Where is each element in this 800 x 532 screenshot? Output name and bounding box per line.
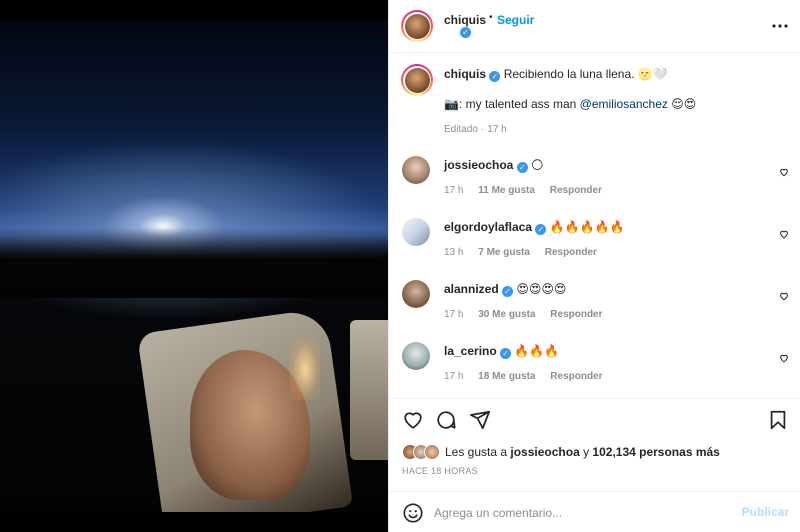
- comment-time[interactable]: 17 h: [444, 185, 463, 196]
- comment-line: jossieochoa ✓ 🌕: [444, 157, 544, 173]
- comment-text: 🔥🔥🔥: [514, 344, 560, 358]
- like-heart-icon[interactable]: [402, 409, 424, 431]
- post-timestamp[interactable]: HACE 18 HORAS: [402, 466, 478, 476]
- comment-time[interactable]: 17 h: [444, 309, 463, 320]
- comment-meta: 17 h 18 Me gusta Responder: [444, 371, 615, 382]
- caption-line: chiquis ✓ Recibiendo la luna llena. 🌝🤍: [444, 66, 668, 82]
- verified-badge-icon: ✓: [516, 162, 528, 173]
- comment-reply-button[interactable]: Responder: [550, 309, 602, 320]
- post-photo[interactable]: [0, 20, 388, 512]
- comment-like-heart-icon[interactable]: [779, 228, 789, 239]
- follow-button[interactable]: Seguir: [497, 13, 534, 27]
- comment-text: 😍😍😍😍: [516, 282, 567, 296]
- comment-reply-button[interactable]: Responder: [545, 247, 597, 258]
- share-paper-plane-icon[interactable]: [469, 409, 491, 431]
- comment-avatar[interactable]: [402, 218, 430, 246]
- caption-meta: Editado · 17 h: [444, 124, 519, 135]
- likes-prefix: Les gusta a: [445, 445, 511, 459]
- comment-username[interactable]: jossieochoa: [444, 158, 513, 172]
- post-media-pane: [0, 0, 388, 532]
- comment-like-heart-icon[interactable]: [779, 166, 789, 177]
- liker-avatar[interactable]: [424, 444, 440, 460]
- comment-avatar[interactable]: [402, 156, 430, 184]
- post-header: chiquis • Seguir ✓: [389, 0, 800, 53]
- comment-text: 🌕: [531, 158, 544, 172]
- comment-time[interactable]: 17 h: [444, 371, 463, 382]
- author-username[interactable]: chiquis: [444, 13, 486, 27]
- save-bookmark-icon[interactable]: [767, 409, 789, 431]
- likes-text: Les gusta a jossieochoa y 102,134 person…: [445, 445, 720, 459]
- emoji-smiley-icon[interactable]: [402, 502, 424, 524]
- comment-meta: 17 h 30 Me gusta Responder: [444, 309, 615, 320]
- comment-text: 🔥🔥🔥🔥🔥: [549, 220, 625, 234]
- instagram-post-view: chiquis • Seguir ✓ chiquis ✓ Recibiendo …: [0, 0, 800, 532]
- caption-text: Recibiendo la luna llena. 🌝🤍: [503, 67, 668, 81]
- caption-edited: Editado: [444, 124, 478, 135]
- comment-likes[interactable]: 30 Me gusta: [478, 309, 535, 320]
- likes-first-user[interactable]: jossieochoa: [510, 445, 579, 459]
- comment-like-heart-icon[interactable]: [779, 352, 789, 363]
- comment-avatar[interactable]: [402, 280, 430, 308]
- caption-dot: ·: [480, 124, 485, 135]
- post-comment-button[interactable]: Publicar: [742, 505, 789, 519]
- comment-likes[interactable]: 11 Me gusta: [478, 185, 535, 196]
- likes-middle: y: [579, 445, 593, 459]
- author-avatar[interactable]: [401, 10, 433, 42]
- comment-reply-button[interactable]: Responder: [550, 185, 602, 196]
- comment-username[interactable]: elgordoylaflaca: [444, 220, 532, 234]
- comment-line: alannized ✓ 😍😍😍😍: [444, 281, 566, 297]
- comments-list: chiquis ✓ Recibiendo la luna llena. 🌝🤍 📷…: [389, 54, 800, 397]
- comment-meta: 13 h 7 Me gusta Responder: [444, 247, 609, 258]
- verified-badge-icon: ✓: [502, 286, 514, 297]
- photo-cushion: [350, 320, 388, 460]
- comment-likes[interactable]: 7 Me gusta: [478, 247, 530, 258]
- comment-reply-button[interactable]: Responder: [550, 371, 602, 382]
- comment-line: elgordoylaflaca ✓ 🔥🔥🔥🔥🔥: [444, 219, 624, 235]
- comment-username[interactable]: alannized: [444, 282, 499, 296]
- more-options-icon[interactable]: [770, 16, 790, 36]
- caption-credit-suffix: 😌😍: [667, 97, 697, 111]
- caption-time[interactable]: 17 h: [487, 124, 506, 135]
- verified-badge-icon: ✓: [460, 27, 471, 38]
- comment-like-heart-icon[interactable]: [779, 290, 789, 301]
- verified-badge-icon: ✓: [535, 224, 547, 235]
- comment-bubble-icon[interactable]: [435, 409, 457, 431]
- likes-summary: Les gusta a jossieochoa y 102,134 person…: [402, 443, 720, 461]
- comment-input[interactable]: [434, 503, 734, 523]
- caption-username[interactable]: chiquis: [444, 67, 486, 81]
- comment-likes[interactable]: 18 Me gusta: [478, 371, 535, 382]
- verified-badge-icon: ✓: [500, 348, 512, 359]
- caption-credit-prefix: 📷: my talented ass man: [444, 97, 580, 111]
- caption-avatar[interactable]: [401, 64, 433, 96]
- comment-line: la_cerino ✓ 🔥🔥🔥: [444, 343, 559, 359]
- header-separator: •: [489, 12, 493, 23]
- photo-lamp: [290, 340, 320, 400]
- comment-avatar[interactable]: [402, 342, 430, 370]
- comment-meta: 17 h 11 Me gusta Responder: [444, 185, 614, 196]
- verified-badge-icon: ✓: [489, 71, 501, 82]
- post-actions: Les gusta a jossieochoa y 102,134 person…: [389, 398, 800, 532]
- comment-time[interactable]: 13 h: [444, 247, 463, 258]
- likes-count-link[interactable]: 102,134 personas más: [592, 445, 719, 459]
- add-comment-bar: Publicar: [389, 491, 800, 532]
- comment-username[interactable]: la_cerino: [444, 344, 497, 358]
- post-side-panel: chiquis • Seguir ✓ chiquis ✓ Recibiendo …: [388, 0, 800, 532]
- caption-mention-link[interactable]: @emiliosanchez: [580, 97, 668, 111]
- caption-credit-line: 📷: my talented ass man @emiliosanchez 😌😍: [444, 96, 696, 112]
- photo-treeline: [0, 228, 388, 298]
